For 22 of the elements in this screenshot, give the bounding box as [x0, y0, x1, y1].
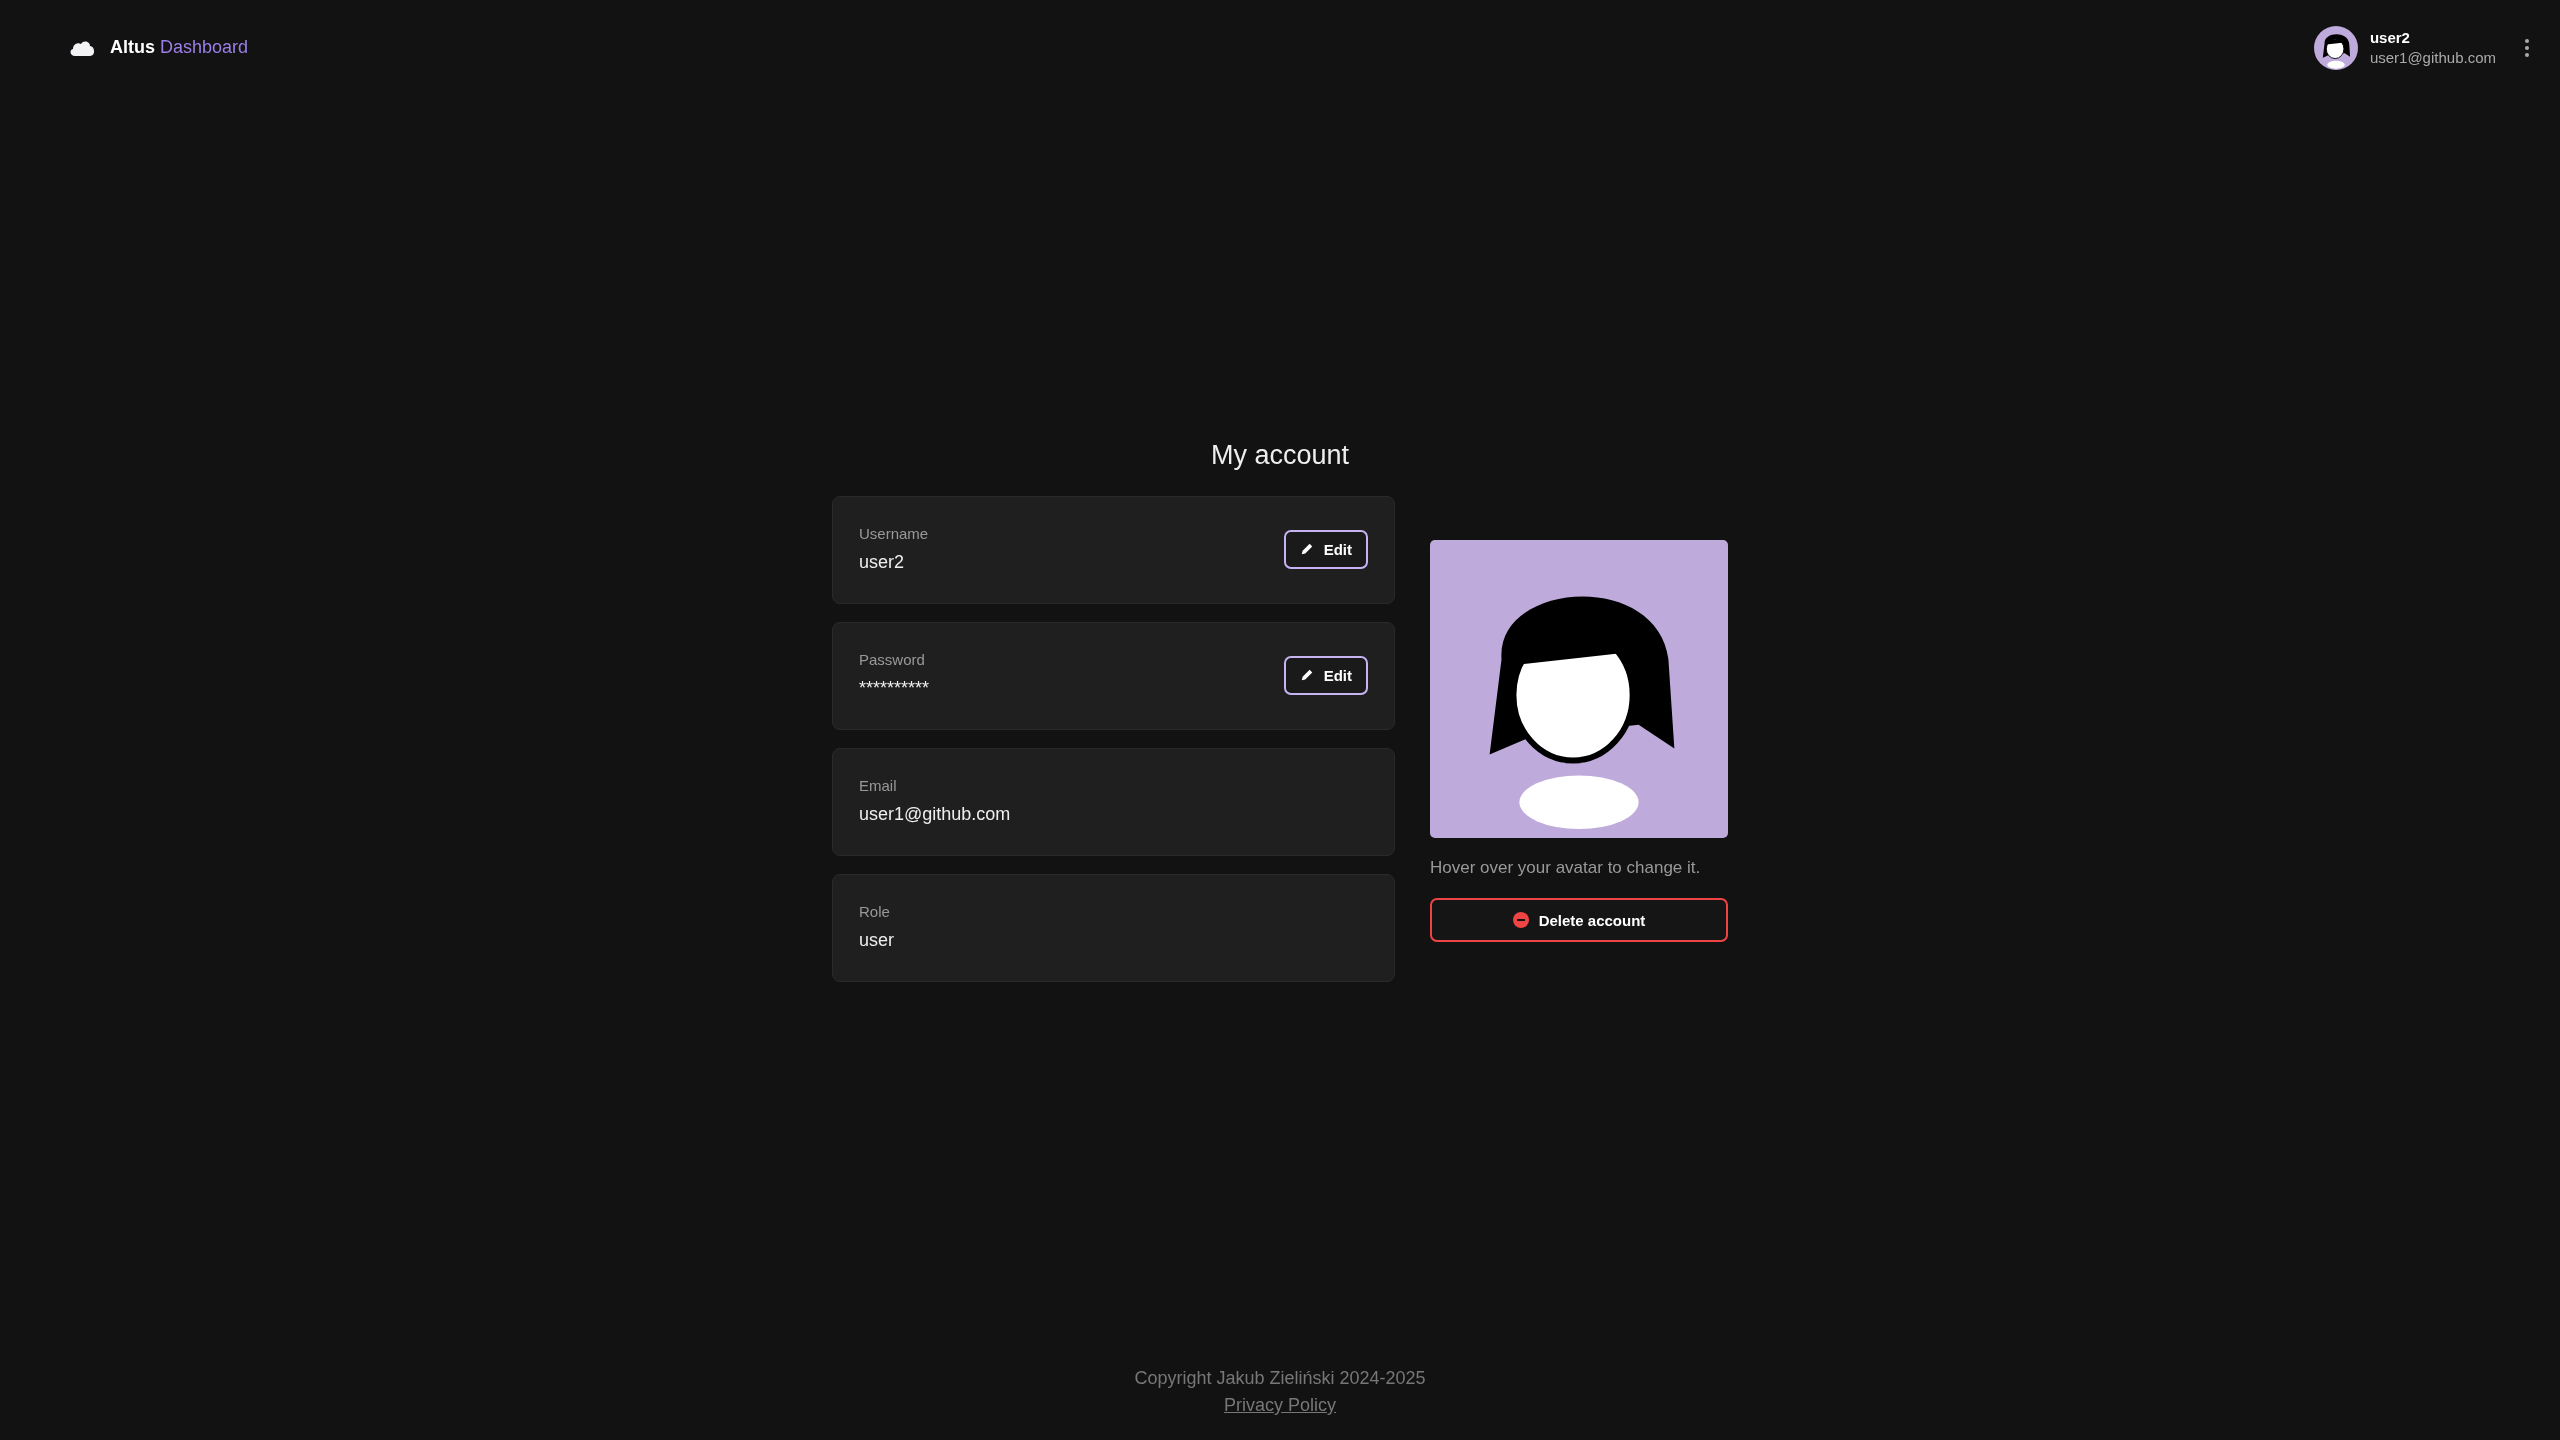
- field-label: Password: [859, 651, 926, 668]
- user-name: user2: [2369, 29, 2411, 46]
- edit-button[interactable]: Edit: [1283, 529, 1368, 569]
- minus-circle-icon: [1512, 912, 1529, 928]
- more-options-icon[interactable]: [2524, 37, 2530, 58]
- pencil-icon: [1299, 668, 1314, 682]
- privacy-policy-link[interactable]: Privacy Policy: [1224, 1395, 1336, 1416]
- field-label: Username: [859, 525, 929, 542]
- field-value: user2: [859, 552, 906, 573]
- copyright-text: Copyright Jakub Zieliński 2024-2025: [1134, 1368, 1426, 1389]
- field-label: Email: [859, 777, 898, 794]
- user-email: user1@github.com: [2369, 49, 2496, 66]
- pencil-icon: [1299, 542, 1314, 556]
- field-label: Role: [859, 903, 891, 920]
- delete-account-button[interactable]: Delete account: [1430, 898, 1728, 942]
- edit-button[interactable]: Edit: [1283, 655, 1368, 695]
- field-value: **********: [859, 678, 930, 699]
- page-title: My account: [1210, 440, 1350, 471]
- field-value: user1@github.com: [859, 804, 1011, 825]
- field-value: user: [859, 930, 894, 951]
- brand-logo-text[interactable]: Altus Dashboard: [110, 37, 249, 58]
- avatar-hint: Hover over your avatar to change it.: [1430, 858, 1702, 878]
